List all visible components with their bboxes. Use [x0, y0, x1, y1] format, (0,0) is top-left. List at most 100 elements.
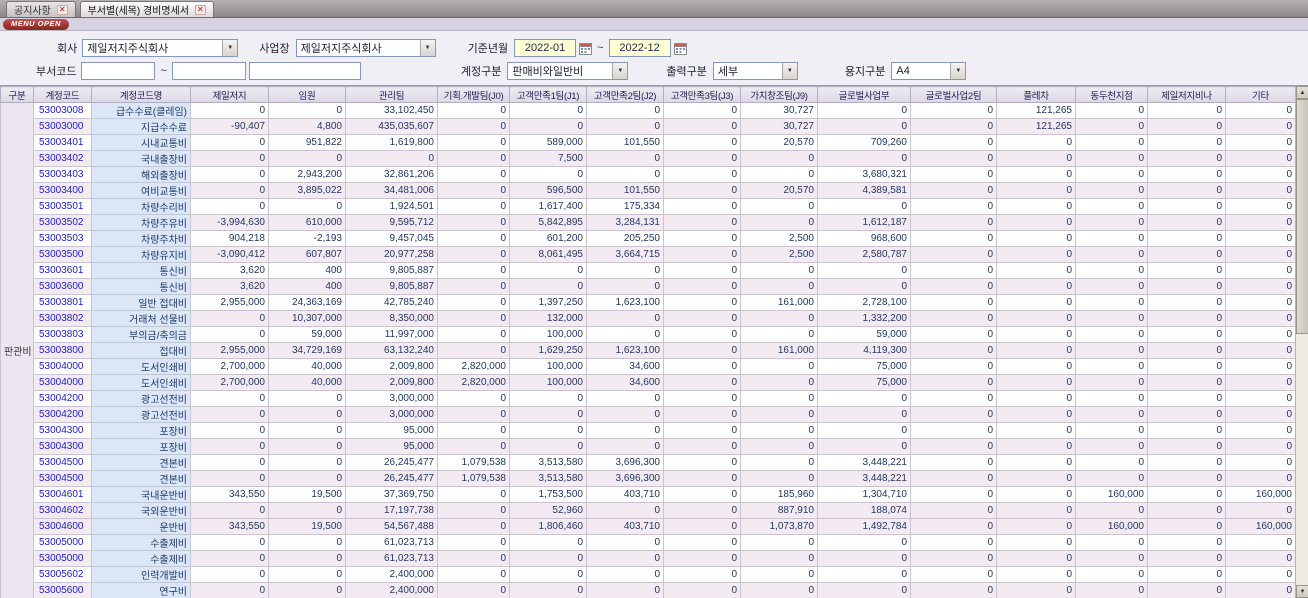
table-row[interactable]: 53003403 해외출장비 0 2,943,200 32,861,206 0 0 0 0 0 3,…: [1, 166, 1296, 183]
amount-cell[interactable]: 0: [910, 246, 997, 263]
amount-cell[interactable]: 0: [740, 454, 818, 471]
amount-cell[interactable]: 0: [1075, 182, 1148, 199]
amount-cell[interactable]: 0: [1225, 470, 1296, 487]
table-row[interactable]: 53004500 견본비 0 0 26,245,477 1,079,538 3,513,58…: [1, 454, 1296, 471]
table-row[interactable]: 53003503 차량주차비 904,218 -2,193 9,457,045 0 601,…: [1, 230, 1296, 247]
amount-cell[interactable]: 2,820,000: [437, 374, 510, 391]
calendar-icon[interactable]: [673, 42, 687, 55]
table-row[interactable]: 53005602 인력개발비 0 0 2,400,000 0 0 0 0 0 0 0 0 0 0 0: [1, 566, 1296, 583]
amount-cell[interactable]: 403,710: [586, 486, 664, 503]
tab-expense-report[interactable]: 부서별(세목) 경비명세서 ✕: [79, 1, 214, 17]
amount-cell[interactable]: 0: [437, 486, 510, 503]
account-type-select[interactable]: 판매비와일반비 ▼: [507, 62, 629, 80]
account-name-cell[interactable]: 여비교통비: [91, 182, 191, 199]
amount-cell[interactable]: 1,629,250: [509, 342, 587, 359]
amount-cell[interactable]: 205,250: [586, 230, 664, 247]
account-name-cell[interactable]: 광고선전비: [91, 390, 191, 407]
amount-cell[interactable]: 0: [910, 230, 997, 247]
amount-cell[interactable]: 0: [1147, 470, 1226, 487]
amount-cell[interactable]: 709,260: [817, 134, 911, 151]
amount-cell[interactable]: 3,000,000: [345, 406, 438, 423]
table-row[interactable]: 53003801 일반 접대비 2,955,000 24,363,169 42,785,…: [1, 294, 1296, 311]
amount-cell[interactable]: 160,000: [1075, 518, 1148, 535]
amount-cell[interactable]: 0: [509, 278, 587, 295]
table-row[interactable]: 53004300 포장비 0 0 95,000 0 0 0 0 0 0 0 0 0 0 0: [1, 422, 1296, 439]
table-row[interactable]: 53003600 통신비 3,620 400 9,805,887 0 0 0 0 0 0 0 0 0 0 0: [1, 278, 1296, 295]
vertical-scrollbar[interactable]: ▲ ▼: [1295, 86, 1308, 598]
amount-cell[interactable]: 0: [268, 198, 346, 215]
amount-cell[interactable]: 0: [1147, 182, 1226, 199]
account-code-cell[interactable]: 53003801: [33, 294, 92, 311]
amount-cell[interactable]: 0: [190, 150, 269, 167]
table-row[interactable]: 53004300 포장비 0 0 95,000 0 0 0 0 0 0 0 0 0 0 0: [1, 438, 1296, 455]
amount-cell[interactable]: 0: [586, 422, 664, 439]
amount-cell[interactable]: 0: [663, 502, 741, 519]
amount-cell[interactable]: 0: [1147, 534, 1226, 551]
account-code-cell[interactable]: 53005600: [33, 582, 92, 598]
amount-cell[interactable]: 0: [817, 582, 911, 598]
amount-cell[interactable]: 3,000,000: [345, 390, 438, 407]
amount-cell[interactable]: 0: [190, 550, 269, 567]
amount-cell[interactable]: 951,822: [268, 134, 346, 151]
amount-cell[interactable]: 1,079,538: [437, 470, 510, 487]
amount-cell[interactable]: 0: [817, 198, 911, 215]
table-row[interactable]: 53005000 수출제비 0 0 61,023,713 0 0 0 0 0 0 0 0 0 0 0: [1, 534, 1296, 551]
amount-cell[interactable]: 0: [663, 198, 741, 215]
amount-cell[interactable]: 100,000: [509, 358, 587, 375]
amount-cell[interactable]: 0: [663, 582, 741, 598]
amount-cell[interactable]: 0: [1225, 582, 1296, 598]
amount-cell[interactable]: 0: [1147, 566, 1226, 583]
amount-cell[interactable]: 0: [910, 390, 997, 407]
amount-cell[interactable]: 0: [437, 294, 510, 311]
amount-cell[interactable]: 0: [437, 230, 510, 247]
amount-cell[interactable]: 75,000: [817, 358, 911, 375]
amount-cell[interactable]: 0: [1147, 550, 1226, 567]
scrollbar-thumb[interactable]: [1296, 99, 1308, 334]
account-code-cell[interactable]: 53003402: [33, 150, 92, 167]
amount-cell[interactable]: 3,448,221: [817, 454, 911, 471]
table-row[interactable]: 53004200 광고선전비 0 0 3,000,000 0 0 0 0 0 0 0 0 0 0 0: [1, 406, 1296, 423]
account-code-cell[interactable]: 53003000: [33, 118, 92, 135]
amount-cell[interactable]: 0: [1225, 438, 1296, 455]
account-code-cell[interactable]: 53003503: [33, 230, 92, 247]
amount-cell[interactable]: 0: [1075, 118, 1148, 135]
amount-cell[interactable]: 0: [996, 182, 1076, 199]
amount-cell[interactable]: 0: [586, 566, 664, 583]
amount-cell[interactable]: 20,977,258: [345, 246, 438, 263]
amount-cell[interactable]: 0: [1225, 294, 1296, 311]
amount-cell[interactable]: 0: [740, 534, 818, 551]
amount-cell[interactable]: 0: [1147, 102, 1226, 119]
amount-cell[interactable]: 2,009,800: [345, 358, 438, 375]
amount-cell[interactable]: 2,700,000: [190, 374, 269, 391]
amount-cell[interactable]: 0: [509, 534, 587, 551]
amount-cell[interactable]: 0: [437, 518, 510, 535]
amount-cell[interactable]: 100,000: [509, 326, 587, 343]
amount-cell[interactable]: 0: [1075, 566, 1148, 583]
amount-cell[interactable]: 0: [663, 246, 741, 263]
amount-cell[interactable]: 0: [1075, 422, 1148, 439]
table-row[interactable]: 판관비 53003008 급수수료(클레임) 0 0 33,102,450 0 0 0 0 30,7…: [0, 102, 1296, 598]
amount-cell[interactable]: 0: [190, 102, 269, 119]
amount-cell[interactable]: 0: [1147, 246, 1226, 263]
amount-cell[interactable]: 20,570: [740, 182, 818, 199]
amount-cell[interactable]: 0: [1225, 310, 1296, 327]
amount-cell[interactable]: 0: [268, 390, 346, 407]
amount-cell[interactable]: 0: [663, 486, 741, 503]
account-name-cell[interactable]: 거래처 선물비: [91, 310, 191, 327]
amount-cell[interactable]: 0: [663, 278, 741, 295]
amount-cell[interactable]: 0: [1225, 550, 1296, 567]
amount-cell[interactable]: 0: [437, 102, 510, 119]
amount-cell[interactable]: 0: [1147, 166, 1226, 183]
amount-cell[interactable]: 0: [190, 534, 269, 551]
amount-cell[interactable]: 100,000: [509, 374, 587, 391]
amount-cell[interactable]: 0: [663, 454, 741, 471]
table-row[interactable]: 53004200 광고선전비 0 0 3,000,000 0 0 0 0 0 0 0 0 0 0 0: [1, 390, 1296, 407]
amount-cell[interactable]: 0: [910, 550, 997, 567]
amount-cell[interactable]: 0: [190, 166, 269, 183]
amount-cell[interactable]: 0: [740, 166, 818, 183]
amount-cell[interactable]: 0: [996, 422, 1076, 439]
dept-name-input[interactable]: [248, 62, 361, 80]
amount-cell[interactable]: 0: [740, 278, 818, 295]
amount-cell[interactable]: 1,332,200: [817, 310, 911, 327]
amount-cell[interactable]: 0: [586, 118, 664, 135]
